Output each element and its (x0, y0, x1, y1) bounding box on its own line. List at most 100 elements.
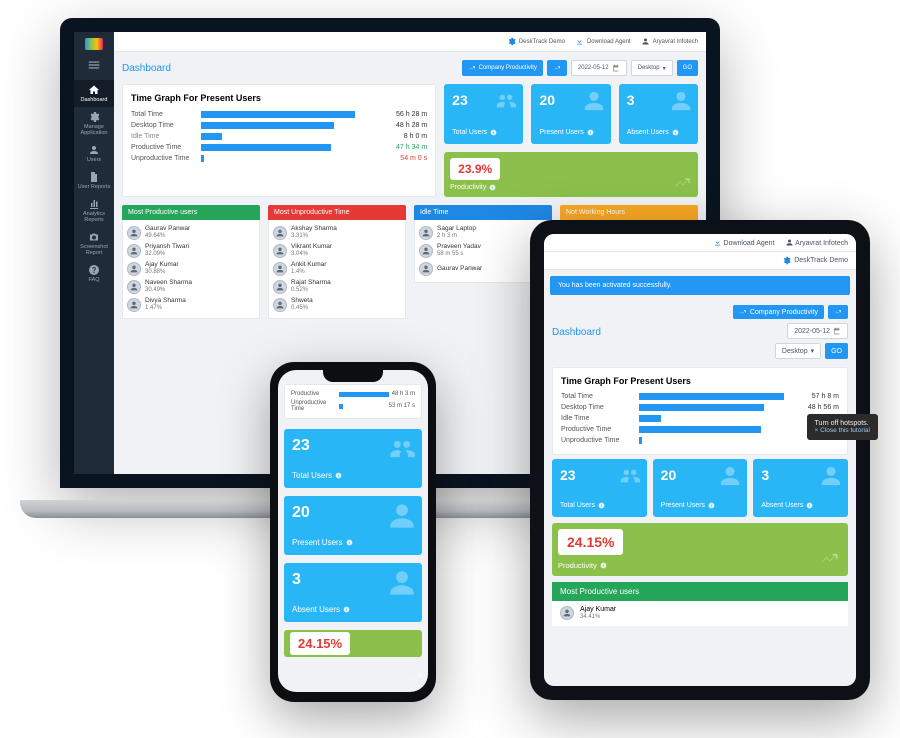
list-item[interactable]: Gaurav Panwar49.64% (127, 224, 255, 242)
person-icon (719, 465, 741, 487)
list-item[interactable]: Ajay Kumar34.41% (552, 601, 848, 626)
tablet-topbar: Download Agent Aryavrat Infotech (544, 234, 856, 252)
phone-stat-present[interactable]: 20 Present Users (284, 496, 422, 555)
person-icon (820, 465, 842, 487)
table-most_productive: Most Productive usersGaurav Panwar49.64%… (122, 205, 260, 319)
stat-absent-users[interactable]: 3 Absent Users (753, 459, 848, 517)
topbar: DeskTrack Demo Download Agent Aryavrat I… (114, 32, 706, 52)
list-item[interactable]: Priyansh Tiwari32.09% (127, 242, 255, 260)
trend-icon (406, 668, 424, 686)
table-header: Idle Time (414, 205, 552, 220)
person-icon (583, 90, 605, 112)
date-picker[interactable]: 2022-05-12 (571, 60, 627, 76)
brand-link[interactable]: DeskTrack Demo (507, 37, 565, 46)
avatar (419, 244, 433, 258)
tablet-time-graph: Time Graph For Present Users Total Time5… (552, 367, 848, 455)
stat-total-users[interactable]: 23 Total Users (552, 459, 647, 517)
phone-notch (323, 370, 383, 382)
avatar (273, 244, 287, 258)
list-item[interactable]: Rajat Sharma0.52% (273, 278, 401, 296)
list-item[interactable]: Vikrant Kumar3.04% (273, 242, 401, 260)
refresh-button[interactable] (828, 305, 848, 319)
person-icon (388, 569, 416, 597)
sidebar-item-users[interactable]: Users (74, 140, 114, 167)
phone-productivity[interactable]: 24.15% (284, 630, 422, 657)
list-item[interactable]: Praveen Yadav58 m 55 s (419, 242, 547, 260)
list-item[interactable]: Naveen Sharma30.49% (127, 278, 255, 296)
tg-row: Productive Time47 h 34 m (131, 142, 427, 153)
sidebar-item-dashboard[interactable]: Dashboard (74, 80, 114, 107)
brand-link[interactable]: DeskTrack Demo (782, 256, 848, 265)
info-icon (587, 129, 594, 136)
refresh-button[interactable] (547, 60, 567, 76)
tg-row: Idle Time8 h 11 m (561, 413, 839, 424)
close-tutorial-link[interactable]: × Close this tutorial (815, 427, 870, 434)
sidebar-item-faq[interactable]: FAQ (74, 260, 114, 287)
success-alert: You has been activated successfully. (550, 276, 850, 295)
avatar (273, 280, 287, 294)
stat-present-users[interactable]: 20 Present Users (653, 459, 748, 517)
time-graph-title: Time Graph For Present Users (131, 93, 427, 103)
device-select[interactable]: Desktop ▾ (631, 60, 673, 76)
list-item[interactable]: Akshay Sharma3.31% (273, 224, 401, 242)
users-icon (388, 435, 416, 463)
phone-stat-absent[interactable]: 3 Absent Users (284, 563, 422, 622)
list-item[interactable]: Gaurav Panwar (419, 260, 547, 278)
productivity-button[interactable]: Company Productivity (733, 305, 824, 319)
table-most_unproductive: Most Unproductive Time Akshay Sharma3.31%… (268, 205, 406, 319)
info-icon (346, 539, 353, 546)
tg-row: Idle Time8 h 0 m (131, 131, 427, 142)
person-icon (670, 90, 692, 112)
download-agent[interactable]: Download Agent (713, 238, 775, 247)
list-item[interactable]: Ankit Kumar1.4% (273, 260, 401, 278)
company-menu[interactable]: Aryavrat Infotech (785, 238, 848, 247)
sidebar-item-user-reports[interactable]: User Reports (74, 167, 114, 194)
productivity-button[interactable]: Company Productivity (462, 60, 543, 76)
phone-stat-total[interactable]: 23 Total Users (284, 429, 422, 488)
avatar (127, 262, 141, 276)
company-menu[interactable]: Aryavrat Infotech (641, 37, 698, 46)
table-header: Not Working Hours (560, 205, 698, 220)
app-logo (85, 38, 103, 50)
info-icon (672, 129, 679, 136)
info-icon (490, 129, 497, 136)
sidebar-item-analytics-reports[interactable]: Analytics Reports (74, 194, 114, 227)
go-button[interactable]: GO (825, 343, 848, 359)
trend-icon (820, 548, 840, 568)
tg-row: Total Time56 h 28 m (131, 109, 427, 120)
device-select[interactable]: Desktop ▾ (775, 343, 821, 359)
stat-total-users[interactable]: 23 Total Users (444, 84, 523, 144)
tablet-subbar: DeskTrack Demo (544, 252, 856, 270)
date-picker[interactable]: 2022-05-12 (787, 323, 848, 339)
tg-row: Unproductive Time (561, 435, 839, 446)
info-icon (335, 472, 342, 479)
productivity-tile[interactable]: 23.9% Productivity (444, 152, 698, 197)
person-icon (388, 502, 416, 530)
tg-row: Productive Time48 h 3 m (561, 424, 839, 435)
phone-device: Productive 48 h 3 m Unproductive Time 53… (270, 362, 436, 702)
tablet-screen: Download Agent Aryavrat Infotech DeskTra… (544, 234, 856, 686)
tablet-device: Download Agent Aryavrat Infotech DeskTra… (530, 220, 870, 700)
avatar (419, 226, 433, 240)
stat-absent-users[interactable]: 3 Absent Users (619, 84, 698, 144)
download-agent[interactable]: Download Agent (575, 37, 631, 46)
go-button[interactable]: GO (677, 60, 698, 76)
avatar (127, 244, 141, 258)
stat-present-users[interactable]: 20 Present Users (531, 84, 610, 144)
list-item[interactable]: Sagar Laptop2 h 3 m (419, 224, 547, 242)
list-item[interactable]: Ajay Kumar30.88% (127, 260, 255, 278)
most-productive-header: Most Productive users (552, 582, 848, 601)
sidebar-item-screenshot-report[interactable]: Screenshot Report (74, 227, 114, 260)
table-header: Most Unproductive Time (268, 205, 406, 220)
avatar (273, 262, 287, 276)
trend-icon (674, 173, 692, 191)
list-item[interactable]: Divya Sharma1.47% (127, 296, 255, 314)
list-item[interactable]: Shweta0.45% (273, 296, 401, 314)
tg-row: Total Time57 h 8 m (561, 391, 839, 402)
tablet-productivity[interactable]: 24.15% Productivity (552, 523, 848, 576)
avatar (273, 298, 287, 312)
burger-icon[interactable] (87, 58, 101, 74)
hotspot-tooltip[interactable]: Turn off hotspots. × Close this tutorial (807, 414, 878, 440)
sidebar-item-manage-application[interactable]: Manage Application (74, 107, 114, 140)
users-icon (495, 90, 517, 112)
